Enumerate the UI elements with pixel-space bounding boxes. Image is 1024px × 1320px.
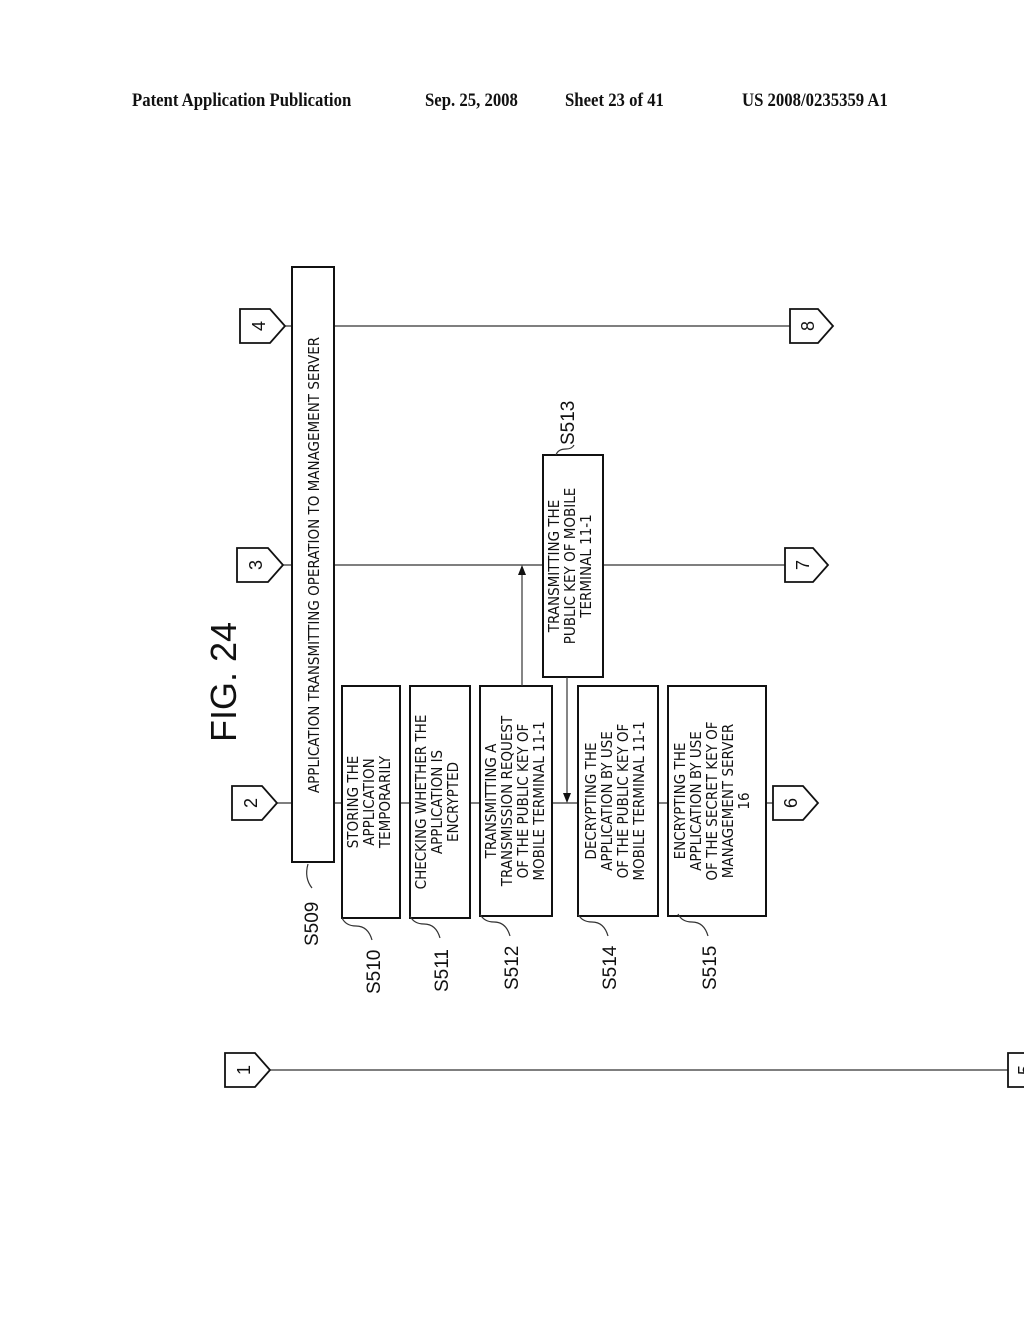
svg-text:7: 7 bbox=[793, 560, 813, 570]
svg-text:8: 8 bbox=[798, 321, 818, 331]
step-s509: APPLICATION TRANSMITTING OPERATION TO MA… bbox=[291, 266, 335, 863]
connector-6: 6 bbox=[772, 785, 820, 821]
svg-text:ENCRYPTED: ENCRYPTED bbox=[444, 762, 462, 842]
connector-1: 1 bbox=[224, 1052, 272, 1088]
svg-text:4: 4 bbox=[249, 321, 269, 331]
arrow-head-icon bbox=[563, 793, 571, 803]
connector-3: 3 bbox=[236, 547, 285, 583]
label-s509: S509 bbox=[302, 902, 323, 946]
connector-5: 5 bbox=[1007, 1052, 1024, 1088]
svg-text:MOBILE TERMINAL 11-1: MOBILE TERMINAL 11-1 bbox=[630, 721, 648, 880]
svg-text:6: 6 bbox=[781, 798, 801, 808]
svg-text:16: 16 bbox=[735, 792, 753, 809]
label-s511: S511 bbox=[432, 949, 453, 992]
connector-8: 8 bbox=[789, 308, 835, 344]
step-s512: TRANSMITTING A TRANSMISSION REQUEST OF T… bbox=[479, 685, 553, 917]
svg-text:MOBILE TERMINAL 11-1: MOBILE TERMINAL 11-1 bbox=[530, 721, 548, 880]
svg-text:3: 3 bbox=[246, 560, 266, 570]
step-s511: CHECKING WHETHER THE APPLICATION IS ENCR… bbox=[409, 685, 471, 919]
svg-text:5: 5 bbox=[1015, 1065, 1024, 1075]
svg-text:1: 1 bbox=[234, 1065, 254, 1075]
label-s514: S514 bbox=[600, 945, 621, 990]
svg-text:TERMINAL 11-1: TERMINAL 11-1 bbox=[577, 514, 595, 619]
connector-2: 2 bbox=[231, 785, 279, 821]
step-s513: TRANSMITTING THE PUBLIC KEY OF MOBILE TE… bbox=[542, 454, 604, 678]
label-s512: S512 bbox=[502, 946, 523, 990]
label-s515: S515 bbox=[700, 946, 721, 990]
label-s510-text: S510 bbox=[364, 950, 385, 994]
step-s510: STORING THE APPLICATION TEMPORARILY bbox=[341, 685, 401, 919]
step-s514: DECRYPTING THE APPLICATION BY USE OF THE… bbox=[577, 685, 659, 917]
svg-text:TEMPORARILY: TEMPORARILY bbox=[376, 755, 394, 849]
step-s515: ENCRYPTING THE APPLICATION BY USE OF THE… bbox=[667, 685, 767, 917]
connector-7: 7 bbox=[784, 547, 830, 583]
connector-4: 4 bbox=[239, 308, 287, 344]
arrow-head-icon bbox=[518, 565, 526, 575]
figure-title: FIG. 24 bbox=[203, 622, 244, 742]
label-s513: S513 bbox=[558, 401, 579, 445]
flowchart: FIG. 24 1 2 3 4 5 6 bbox=[203, 266, 1024, 1088]
svg-text:2: 2 bbox=[241, 798, 261, 808]
svg-text:APPLICATION TRANSMITTING OPERA: APPLICATION TRANSMITTING OPERATION TO MA… bbox=[305, 337, 323, 793]
